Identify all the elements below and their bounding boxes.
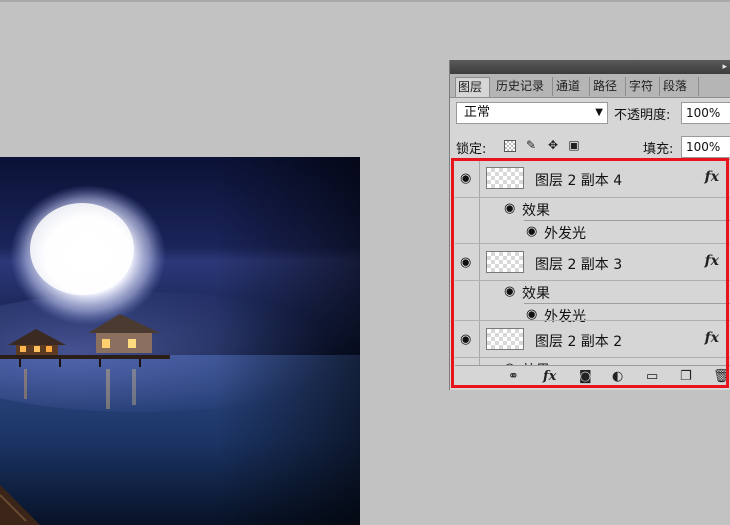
folder-icon[interactable]: ▭	[646, 369, 658, 384]
mask-icon[interactable]: ◙	[579, 369, 592, 384]
eye-icon[interactable]: ◉	[504, 285, 515, 299]
trash-icon[interactable]: 🗑	[713, 369, 730, 384]
effect-name: 外发光	[544, 226, 586, 242]
layer-row[interactable]: ◉ 图层 2 副本 3 fx	[455, 243, 730, 281]
lock-label: 锁定:	[456, 142, 487, 157]
canvas-image	[0, 157, 360, 525]
fx-icon[interactable]: fx	[543, 369, 556, 384]
effects-label: 效果	[522, 203, 550, 219]
collapse-icon[interactable]: ▸	[722, 60, 727, 74]
lock-transparent-pixels-icon[interactable]	[504, 140, 516, 152]
layer-thumbnail	[486, 167, 524, 189]
layer-name: 图层 2 副本 3	[535, 257, 623, 273]
layer-name: 图层 2 副本 2	[535, 334, 623, 350]
dropdown-arrow-icon: ▼	[595, 107, 603, 118]
layer-thumbnail	[486, 328, 524, 350]
fx-icon[interactable]: fx	[705, 169, 719, 185]
layers-panel: ▸ 图层 历史记录 通道 路径 字符 段落 正常 ▼ 不透明度: 100% 锁定…	[449, 60, 730, 390]
move-icon[interactable]: ✥	[546, 138, 560, 152]
tab-paths[interactable]: 路径	[591, 77, 626, 96]
fx-icon[interactable]: fx	[705, 330, 719, 346]
layer-thumbnail	[486, 251, 524, 273]
lock-icon[interactable]: ▣	[567, 138, 581, 152]
fill-label: 填充:	[643, 142, 674, 157]
tab-layers[interactable]: 图层	[455, 77, 490, 97]
effect-row[interactable]: ◉ 外发光	[455, 221, 730, 244]
tab-character[interactable]: 字符	[627, 77, 660, 96]
layer-list: ◉ 图层 2 副本 4 fx ◉ 效果 ◉ 外发光 ◉ 图层 2 副本 3 fx…	[455, 159, 730, 366]
eye-icon[interactable]: ◉	[460, 333, 471, 347]
layer-name: 图层 2 副本 4	[535, 173, 623, 189]
opacity-label: 不透明度:	[614, 108, 671, 123]
eye-icon[interactable]: ◉	[526, 225, 537, 239]
opacity-input[interactable]: 100%	[681, 102, 730, 124]
panel-titlebar[interactable]: ▸	[450, 60, 730, 74]
blend-mode-select[interactable]: 正常 ▼	[456, 102, 608, 124]
workspace-top-border	[0, 0, 730, 2]
fx-icon[interactable]: fx	[705, 253, 719, 269]
panel-tab-bar: 图层 历史记录 通道 路径 字符 段落	[450, 74, 730, 98]
eye-icon[interactable]: ◉	[504, 202, 515, 216]
eye-icon[interactable]: ◉	[460, 172, 471, 186]
fill-input[interactable]: 100%	[681, 136, 730, 158]
layers-panel-footer: ⚭ fx ◙ ◐ ▭ ❐ 🗑	[455, 365, 730, 388]
brush-icon[interactable]: ✎	[524, 138, 538, 152]
eye-icon[interactable]: ◉	[460, 256, 471, 270]
effects-row[interactable]: ◉ 效果	[455, 281, 730, 304]
layer-row[interactable]: ◉ 图层 2 副本 4 fx	[455, 160, 730, 198]
effects-row[interactable]: ◉ 效果	[455, 198, 730, 221]
blend-mode-value: 正常	[464, 105, 491, 120]
document-canvas[interactable]	[0, 157, 360, 525]
tab-channels[interactable]: 通道	[554, 77, 590, 96]
effects-label: 效果	[522, 286, 550, 302]
link-icon[interactable]: ⚭	[508, 369, 519, 384]
tab-paragraph[interactable]: 段落	[661, 77, 699, 96]
layer-row[interactable]: ◉ 图层 2 副本 2 fx	[455, 320, 730, 358]
adjustment-icon[interactable]: ◐	[612, 369, 623, 384]
tab-history[interactable]: 历史记录	[494, 77, 553, 96]
new-layer-icon[interactable]: ❐	[680, 369, 692, 384]
